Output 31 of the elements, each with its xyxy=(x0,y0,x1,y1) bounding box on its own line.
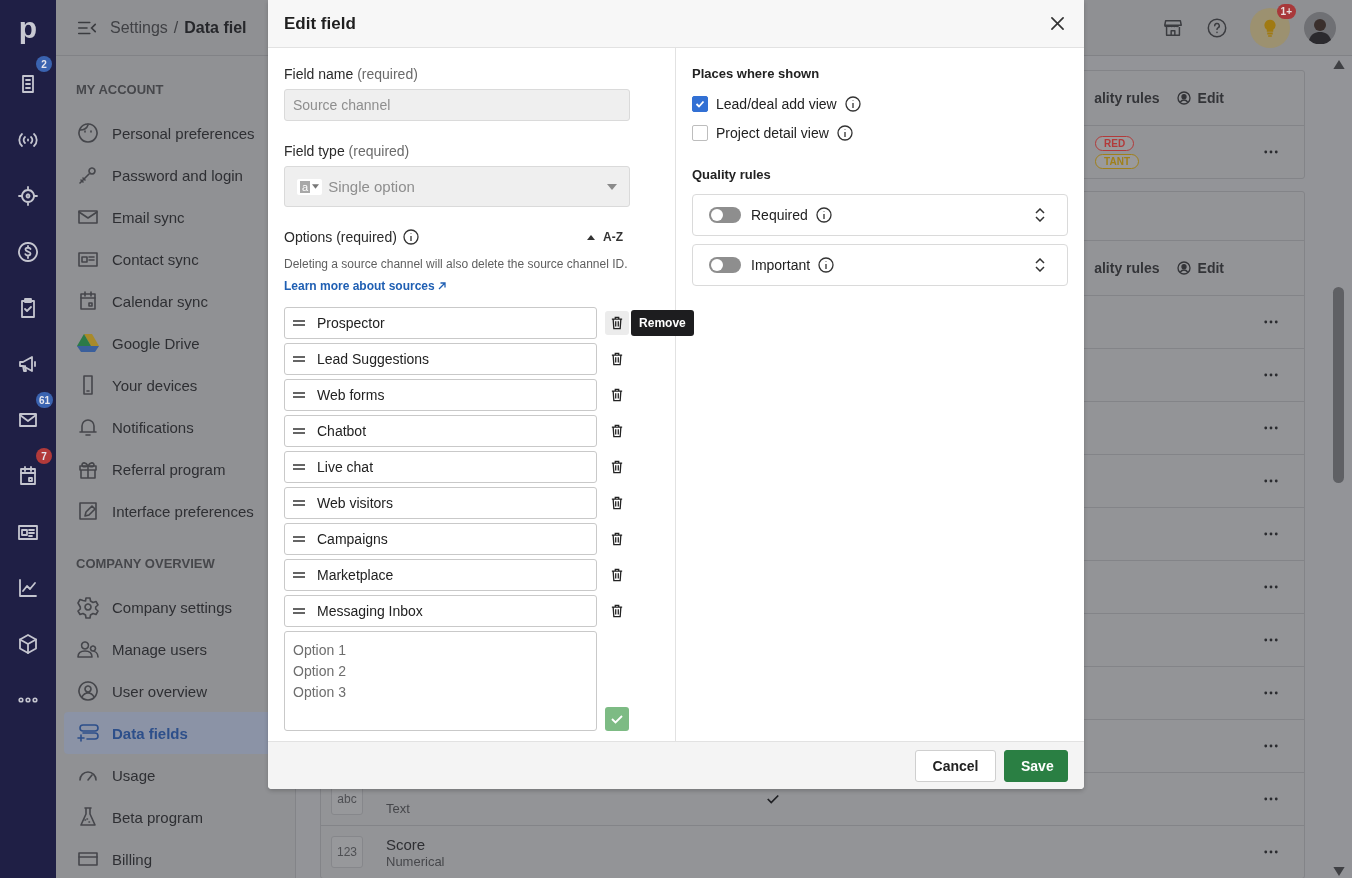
checkbox-label: Lead/deal add view xyxy=(716,95,837,112)
column-header: Edit xyxy=(1175,260,1224,276)
field-label: Field type (required) xyxy=(284,143,411,160)
section-title: Quality rules xyxy=(692,167,772,184)
column-header: Edit xyxy=(1175,90,1224,106)
field-type-icon: 123 xyxy=(331,836,363,868)
section-title: Places where shown xyxy=(692,66,821,83)
count-badge: 7 xyxy=(36,448,52,464)
count-badge: 1+ xyxy=(1276,3,1296,19)
field-type: Numerical xyxy=(386,853,446,869)
field-type: Text xyxy=(386,800,411,816)
dialog-title: Edit field xyxy=(284,13,356,34)
field-label: Options (required) xyxy=(284,229,397,245)
field-type-icon: a xyxy=(300,180,311,193)
count-badge: 61 xyxy=(36,392,54,408)
field-name: Score xyxy=(386,835,427,854)
count-badge: 2 xyxy=(36,56,52,72)
section-title: MY ACCOUNT xyxy=(75,82,165,99)
tooltip: Remove xyxy=(631,310,694,336)
checkbox-label: Project detail view xyxy=(716,124,829,141)
status-tag: TANT xyxy=(1095,153,1139,169)
column-header: ality rules xyxy=(1094,260,1160,276)
rule-label: Required xyxy=(751,207,808,223)
help-text: Deleting a source channel will also delete the source channel ID. Learn more about sources xyxy=(284,256,629,295)
section-title: COMPANY OVERVIEW xyxy=(75,556,216,573)
column-header: ality rules xyxy=(1094,90,1160,106)
field-label: Field name (required) xyxy=(284,66,419,83)
breadcrumb: Data fiel xyxy=(184,18,247,37)
breadcrumb: / xyxy=(173,18,179,37)
status-tag: RED xyxy=(1095,135,1135,151)
rule-label: Important xyxy=(751,257,811,273)
